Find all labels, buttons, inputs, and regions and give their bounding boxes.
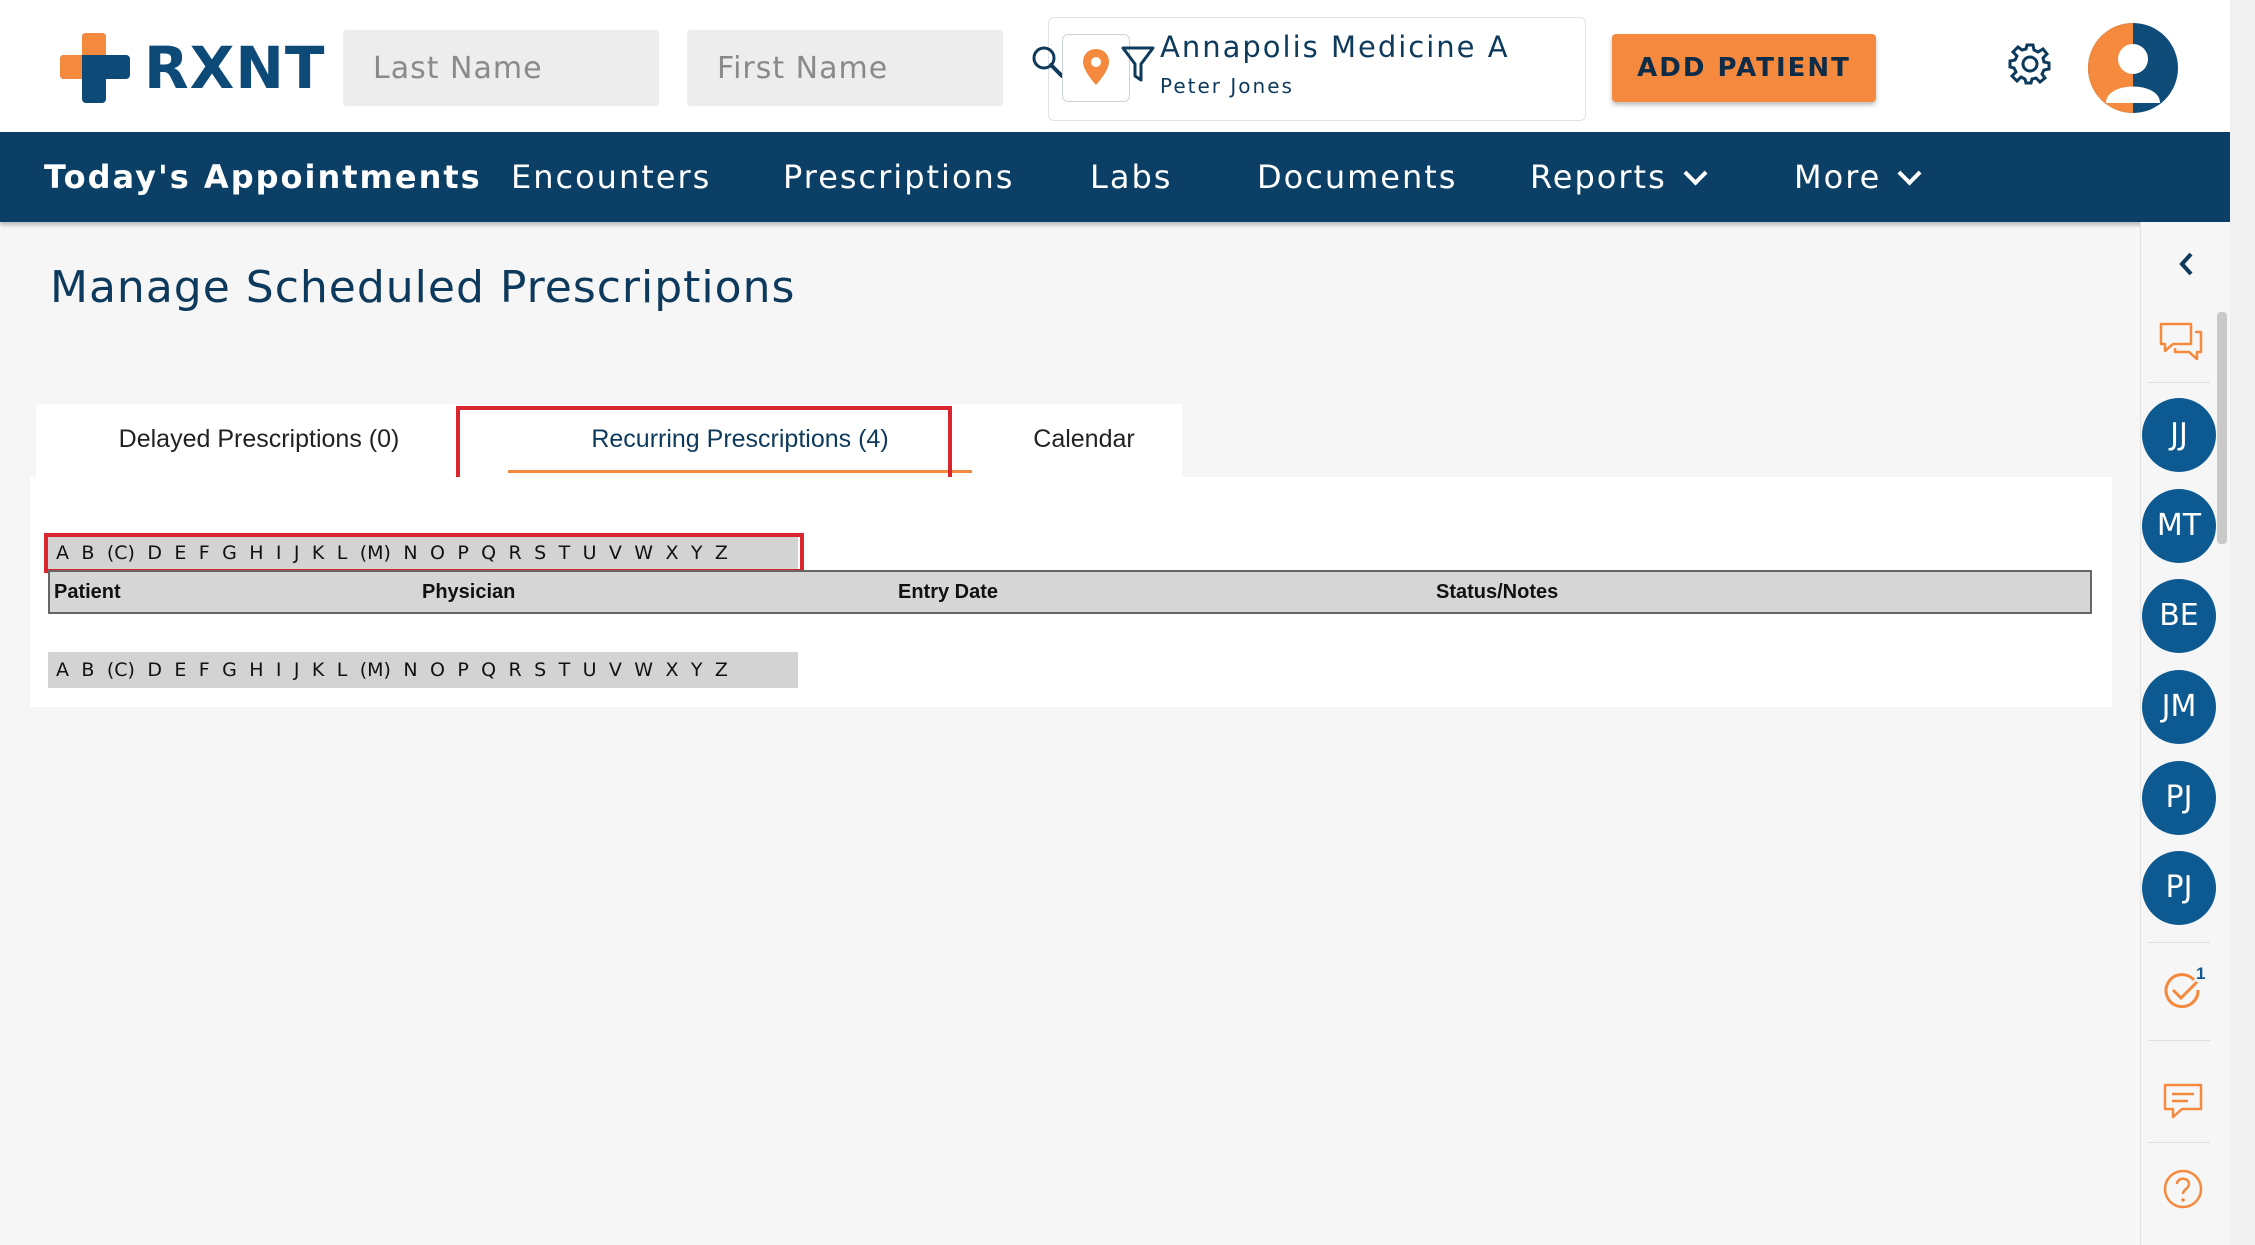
alphabet-letter-link[interactable]: (C) (107, 659, 135, 681)
alphabet-letter-link[interactable]: K (312, 659, 324, 681)
annotation-highlight-alphabet (44, 533, 804, 573)
nav-documents[interactable]: Documents (1257, 132, 1457, 222)
message-icon[interactable] (2162, 1082, 2204, 1120)
nav-reports[interactable]: Reports (1530, 132, 1708, 222)
nav-label: Prescriptions (783, 158, 1015, 196)
contact-avatar-pj[interactable]: PJ (2142, 761, 2216, 835)
contact-avatar-jm[interactable]: JM (2142, 670, 2216, 744)
alphabet-letter-link[interactable]: R (509, 659, 522, 681)
alphabet-letter-link[interactable]: L (337, 659, 348, 681)
add-patient-button[interactable]: ADD PATIENT (1612, 34, 1876, 102)
table-header-row: Patient Physician Entry Date Status/Note… (48, 570, 2092, 614)
help-icon[interactable] (2162, 1168, 2204, 1210)
column-header-patient[interactable]: Patient (54, 572, 121, 612)
alphabet-letter-link[interactable]: E (174, 659, 186, 681)
alphabet-letter-link[interactable]: W (634, 659, 653, 681)
alphabet-letter-link[interactable]: Q (481, 659, 496, 681)
last-name-input[interactable] (343, 30, 659, 106)
page-title: Manage Scheduled Prescriptions (50, 262, 796, 313)
top-header: RXNT Annapolis Medicine A Peter Jones AD… (0, 0, 2230, 132)
filter-icon[interactable] (1120, 44, 1156, 84)
alphabet-letter-link[interactable]: P (457, 659, 468, 681)
nav-label: More (1794, 158, 1882, 196)
alphabet-letter-link[interactable]: F (199, 659, 210, 681)
column-header-status-notes[interactable]: Status/Notes (1436, 572, 1558, 612)
alphabet-letter-link[interactable]: S (534, 659, 546, 681)
nav-label: Documents (1257, 158, 1458, 196)
logo-text: RXNT (144, 34, 326, 102)
chevron-down-icon (1897, 161, 1922, 186)
rxnt-cross-icon (60, 33, 130, 103)
page-scrollbar[interactable] (2230, 0, 2255, 1245)
tab-calendar[interactable]: Calendar (986, 404, 1182, 477)
alphabet-letter-link[interactable]: O (430, 659, 445, 681)
alphabet-letter-link[interactable]: Y (691, 659, 703, 681)
nav-label: Encounters (511, 158, 712, 196)
contact-avatar-be[interactable]: BE (2142, 579, 2216, 653)
alphabet-letter-link[interactable]: V (609, 659, 622, 681)
sidebar-divider (2148, 942, 2210, 943)
alphabet-letter-link[interactable]: H (249, 659, 263, 681)
collapse-chevron-icon[interactable] (2179, 252, 2195, 276)
alphabet-filter-bottom: A B (C) D E F G H I J K L (M) N O P Q R S T U V W X Y Z (48, 652, 798, 688)
nav-label: Today's Appointments (44, 158, 482, 196)
chevron-down-icon (1683, 161, 1708, 186)
alphabet-letter-link[interactable]: Z (715, 659, 728, 681)
contact-avatar-jj[interactable]: JJ (2142, 398, 2216, 472)
user-avatar-icon (2088, 23, 2160, 113)
alphabet-letter-link[interactable]: D (147, 659, 162, 681)
alphabet-letter-link[interactable]: B (81, 659, 94, 681)
sidebar-divider (2148, 1040, 2210, 1041)
alphabet-letter-link[interactable]: N (403, 659, 417, 681)
location-user: Peter Jones (1160, 74, 1294, 98)
nav-label: Labs (1090, 158, 1173, 196)
column-header-entry-date[interactable]: Entry Date (898, 572, 998, 612)
sidebar-divider (2148, 1142, 2210, 1143)
alphabet-letter-link[interactable]: A (56, 659, 69, 681)
nav-prescriptions[interactable]: Prescriptions (783, 132, 1014, 222)
nav-encounters[interactable]: Encounters (511, 132, 711, 222)
contact-avatar-mt[interactable]: MT (2142, 489, 2216, 563)
alphabet-letter-link[interactable]: J (294, 659, 300, 681)
chat-bubbles-icon[interactable] (2157, 320, 2205, 364)
search-icon[interactable] (1030, 44, 1066, 80)
sidebar-divider (2148, 382, 2210, 383)
contact-avatar-pj-2[interactable]: PJ (2142, 851, 2216, 925)
rxnt-logo[interactable]: RXNT (60, 32, 325, 104)
alphabet-letter-link[interactable]: T (559, 659, 571, 681)
alphabet-letter-link[interactable]: G (222, 659, 237, 681)
alphabet-letter-link[interactable]: (M) (360, 659, 391, 681)
alphabet-letter-link[interactable]: X (665, 659, 678, 681)
location-name: Annapolis Medicine A (1160, 30, 1510, 64)
alphabet-letter-link[interactable]: U (583, 659, 597, 681)
tab-delayed-prescriptions[interactable]: Delayed Prescriptions (0) (36, 404, 482, 477)
nav-more[interactable]: More (1794, 132, 1922, 222)
gear-icon[interactable] (2008, 42, 2052, 86)
nav-todays-appointments[interactable]: Today's Appointments (44, 132, 482, 222)
tasks-badge: 1 (2196, 964, 2206, 983)
column-header-physician[interactable]: Physician (422, 572, 515, 612)
nav-labs[interactable]: Labs (1090, 132, 1172, 222)
sidebar-scrollbar-thumb[interactable] (2217, 312, 2227, 544)
alphabet-letter-link[interactable]: I (276, 659, 282, 681)
main-nav: Today's Appointments Encounters Prescrip… (0, 132, 2230, 222)
first-name-input[interactable] (687, 30, 1003, 106)
nav-label: Reports (1530, 158, 1667, 196)
user-avatar[interactable] (2088, 23, 2178, 113)
